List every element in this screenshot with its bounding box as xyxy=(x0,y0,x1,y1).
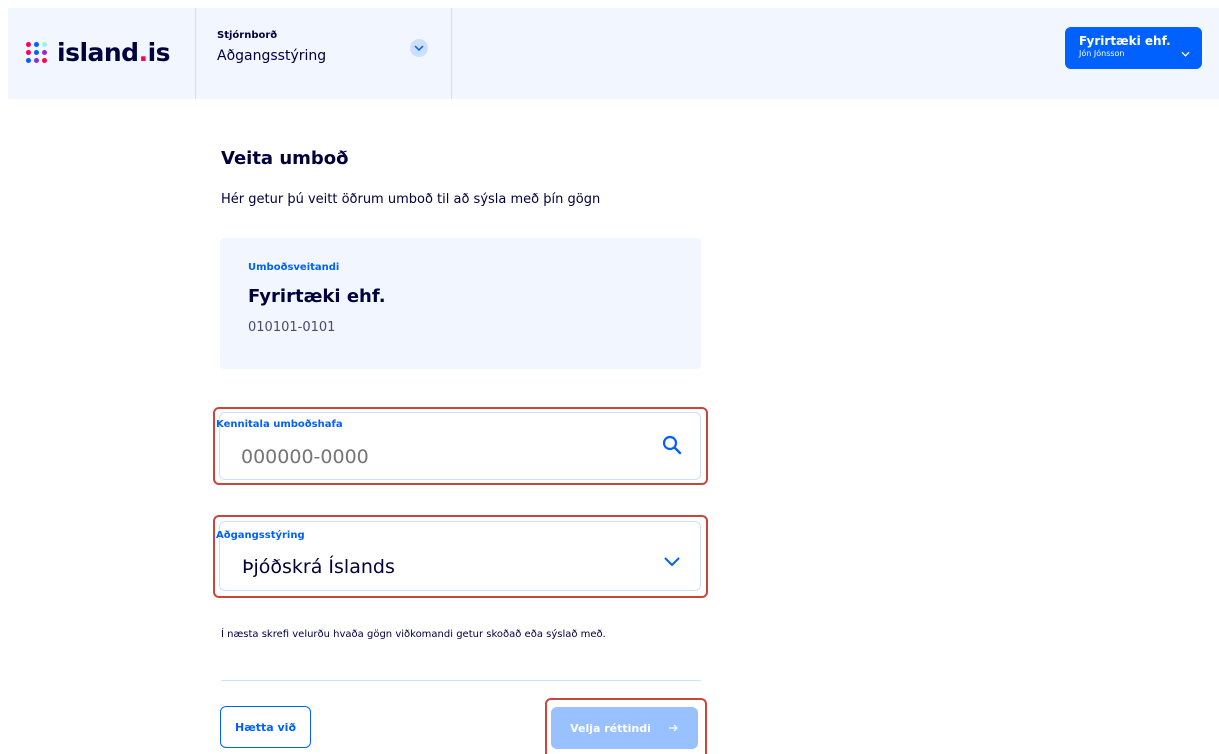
next-step-note: Í næsta skrefi velurðu hvaða gögn viðkom… xyxy=(221,629,606,640)
user-menu-button[interactable]: Fyrirtæki ehf. Jón Jónsson xyxy=(1065,27,1202,69)
recipient-id-field[interactable]: Kennitala umboðshafa xyxy=(216,412,701,480)
chevron-down-icon[interactable] xyxy=(410,39,428,57)
recipient-id-input[interactable] xyxy=(241,443,621,471)
cancel-button[interactable]: Hætta við xyxy=(220,706,311,748)
header-divider xyxy=(195,8,196,99)
grantor-name: Fyrirtæki ehf. xyxy=(248,286,386,307)
recipient-id-label: Kennitala umboðshafa xyxy=(216,419,343,430)
chevron-down-icon xyxy=(1181,42,1190,61)
island-logo[interactable]: island.is xyxy=(26,32,171,72)
access-select[interactable]: Aðgangsstýring Þjóðskrá Íslands xyxy=(216,521,701,591)
breadcrumb-parent: Stjórnborð xyxy=(217,30,278,41)
grantor-label: Umboðsveitandi xyxy=(248,262,340,273)
top-header: island.is Stjórnborð Aðgangsstýring Fyri… xyxy=(8,8,1219,99)
breadcrumb-current: Aðgangsstýring xyxy=(217,48,327,64)
select-permissions-label: Velja réttindi xyxy=(570,721,651,735)
page-title: Veita umboð xyxy=(221,148,349,169)
grantor-card: Umboðsveitandi Fyrirtæki ehf. 010101-010… xyxy=(220,238,701,369)
breadcrumb[interactable]: Stjórnborð Aðgangsstýring xyxy=(217,30,326,64)
access-select-label: Aðgangsstýring xyxy=(216,530,305,541)
select-permissions-button[interactable]: Velja réttindi xyxy=(551,707,698,749)
search-icon[interactable] xyxy=(662,435,682,459)
page-description: Hér getur þú veitt öðrum umboð til að sý… xyxy=(221,192,601,207)
arrow-right-icon xyxy=(668,722,679,735)
divider xyxy=(221,680,701,681)
chevron-down-icon[interactable] xyxy=(664,552,680,571)
access-select-value: Þjóðskrá Íslands xyxy=(242,556,395,578)
dots-grid-icon xyxy=(26,41,47,63)
grantor-id: 010101-0101 xyxy=(248,320,336,335)
header-divider xyxy=(451,8,452,99)
logo-text: island.is xyxy=(57,37,171,67)
